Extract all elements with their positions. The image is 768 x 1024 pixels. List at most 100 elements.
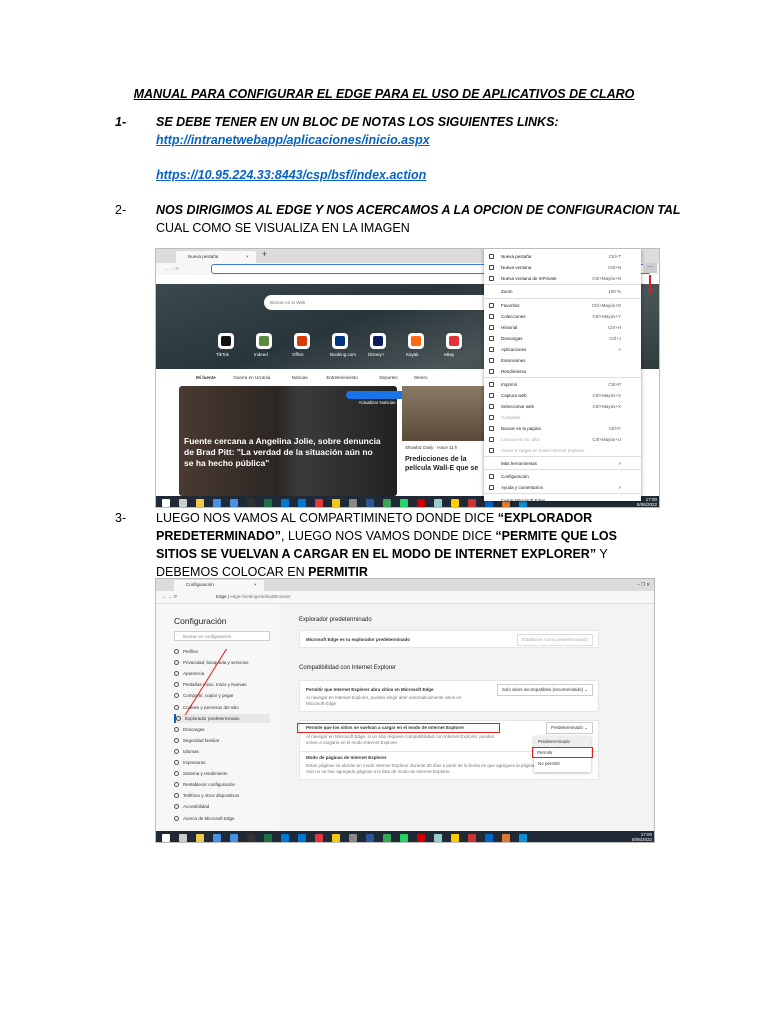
sidebar-item[interactable]: Impresoras: [174, 758, 206, 767]
taskbar-app-icon[interactable]: [196, 834, 204, 842]
menu-item[interactable]: Nueva ventana de InPrivate Ctrl+Mayús+N: [484, 273, 641, 284]
sidebar-item[interactable]: Idiomas: [174, 747, 199, 756]
menu-item[interactable]: Lectura en voz alta Ctrl+Mayús+U: [484, 434, 641, 445]
sidebar-item[interactable]: Teléfono y otros dispositivos: [174, 791, 239, 800]
taskbar-app-icon[interactable]: [451, 499, 459, 507]
taskbar-app-icon[interactable]: [332, 834, 340, 842]
ie-open-select[interactable]: Solo sitios incompatibles (recomendado) …: [496, 684, 593, 696]
feed-tab[interactable]: Entretenimiento: [326, 375, 358, 381]
taskbar-app-icon[interactable]: [315, 834, 323, 842]
menu-item[interactable]: Compartir: [484, 412, 641, 423]
taskbar-app-icon[interactable]: [417, 834, 425, 842]
tab-settings[interactable]: Configuración ×: [174, 580, 264, 591]
menu-item[interactable]: Aplicaciones >: [484, 344, 641, 355]
menu-item[interactable]: Más herramientas >: [484, 458, 641, 469]
feed-tab[interactable]: Noticias: [292, 375, 308, 381]
set-default-button[interactable]: Establecer como predeterminado: [516, 634, 593, 646]
menu-item[interactable]: Configuración: [484, 471, 641, 482]
back-icon[interactable]: ← → ⟳: [164, 266, 179, 272]
web-search-box[interactable]: Buscar en la Web: [264, 295, 494, 310]
more-options-button[interactable]: ···: [643, 263, 657, 273]
quick-link-tile[interactable]: [408, 333, 424, 349]
menu-item[interactable]: Captura web Ctrl+Mayús+S: [484, 390, 641, 401]
menu-item[interactable]: Volver a cargar en modo Internet Explore…: [484, 445, 641, 456]
quick-link-tile[interactable]: [370, 333, 386, 349]
taskbar-app-icon[interactable]: [230, 499, 238, 507]
menu-item[interactable]: Descargas Ctrl+J: [484, 333, 641, 344]
sidebar-item[interactable]: Explorador predeterminado: [174, 713, 270, 723]
taskbar-app-icon[interactable]: [349, 499, 357, 507]
back-icon[interactable]: ← → ⟳: [162, 594, 177, 600]
sidebar-item[interactable]: Cookies y permisos del sitio: [174, 703, 239, 712]
side-news-card[interactable]: Showbiz Daily · Hace 11 h Predicciones d…: [402, 386, 484, 496]
feed-tab[interactable]: Dinero: [414, 375, 427, 381]
menu-item[interactable]: Zoom 100 %: [484, 286, 641, 297]
quick-link-tile[interactable]: [256, 333, 272, 349]
taskbar-app-icon[interactable]: [366, 499, 374, 507]
taskbar-app-icon[interactable]: [332, 499, 340, 507]
menu-item[interactable]: Rendimiento: [484, 366, 641, 377]
ie-reload-select[interactable]: Predeterminado ⌄: [545, 722, 593, 734]
taskbar-app-icon[interactable]: [213, 499, 221, 507]
sidebar-item[interactable]: Compartir, copiar y pegar: [174, 691, 234, 700]
feed-tab[interactable]: Guerra en Ucrania: [233, 375, 270, 381]
taskbar-app-icon[interactable]: [417, 499, 425, 507]
quick-link-tile[interactable]: [294, 333, 310, 349]
taskbar-app-icon[interactable]: [247, 834, 255, 842]
taskbar-app-icon[interactable]: [179, 499, 187, 507]
taskbar-app-icon[interactable]: [349, 834, 357, 842]
taskbar-app-icon[interactable]: [502, 834, 510, 842]
sidebar-item[interactable]: Restablecer configuración: [174, 780, 235, 789]
quick-link-tile[interactable]: [446, 333, 462, 349]
taskbar-app-icon[interactable]: [366, 834, 374, 842]
close-tab-icon[interactable]: ×: [254, 582, 257, 588]
menu-item[interactable]: Imprimir Ctrl+P: [484, 379, 641, 390]
option-no-permitir[interactable]: No permitir: [534, 758, 591, 769]
address-input[interactable]: Edge | edge://settings/defaultBrowser: [216, 594, 291, 600]
menu-item[interactable]: Historial Ctrl+H: [484, 322, 641, 333]
refresh-news-button[interactable]: Actualizar Noticias: [346, 391, 408, 405]
csp-link[interactable]: https://10.95.224.33:8443/csp/bsf/index.…: [156, 166, 426, 184]
menu-item[interactable]: Nueva pestaña Ctrl+T: [484, 251, 641, 262]
taskbar-app-icon[interactable]: [468, 834, 476, 842]
taskbar-app-icon[interactable]: [400, 499, 408, 507]
window-controls[interactable]: – ❐ ✕: [637, 582, 650, 588]
option-predeterminado[interactable]: Predeterminado: [534, 736, 591, 747]
feed-tab[interactable]: Mi fuente: [196, 375, 216, 381]
taskbar-app-icon[interactable]: [434, 834, 442, 842]
sidebar-item[interactable]: Acerca de Microsoft Edge: [174, 814, 235, 823]
sidebar-item[interactable]: Perfiles: [174, 647, 198, 656]
settings-search-input[interactable]: Buscar en configuración: [174, 631, 270, 641]
taskbar-app-icon[interactable]: [451, 834, 459, 842]
taskbar-app-icon[interactable]: [162, 499, 170, 507]
taskbar-app-icon[interactable]: [400, 834, 408, 842]
intranet-link[interactable]: http://intranetwebapp/aplicaciones/inici…: [156, 131, 430, 149]
menu-item[interactable]: Buscar en la página Ctrl+F: [484, 423, 641, 434]
taskbar-app-icon[interactable]: [485, 834, 493, 842]
quick-link-tile[interactable]: [218, 333, 234, 349]
taskbar-app-icon[interactable]: [468, 499, 476, 507]
sidebar-item[interactable]: Pestañas Inicio, Inicio y Nuevas: [174, 680, 247, 689]
menu-item[interactable]: Seleccionar web Ctrl+Mayús+X: [484, 401, 641, 412]
menu-item[interactable]: Ayuda y comentarios >: [484, 482, 641, 493]
menu-item[interactable]: Nueva ventana Ctrl+N: [484, 262, 641, 273]
menu-item[interactable]: Cerrar Microsoft Edge: [484, 495, 641, 506]
taskbar-app-icon[interactable]: [213, 834, 221, 842]
tab-new[interactable]: Nueva pestaña ×: [176, 251, 256, 263]
sidebar-item[interactable]: Apariencia: [174, 669, 204, 678]
taskbar-app-icon[interactable]: [247, 499, 255, 507]
taskbar-app-icon[interactable]: [434, 499, 442, 507]
taskbar-app-icon[interactable]: [519, 834, 527, 842]
option-permitir[interactable]: Permitir: [532, 747, 593, 758]
taskbar-app-icon[interactable]: [179, 834, 187, 842]
taskbar-app-icon[interactable]: [281, 834, 289, 842]
sidebar-item[interactable]: Accesibilidad: [174, 802, 209, 811]
feed-tab[interactable]: Deportes: [379, 375, 397, 381]
taskbar-app-icon[interactable]: [298, 499, 306, 507]
taskbar-app-icon[interactable]: [315, 499, 323, 507]
taskbar-app-icon[interactable]: [281, 499, 289, 507]
close-tab-icon[interactable]: ×: [246, 254, 249, 260]
taskbar-app-icon[interactable]: [383, 499, 391, 507]
taskbar-app-icon[interactable]: [298, 834, 306, 842]
menu-item[interactable]: Colecciones Ctrl+Mayús+Y: [484, 311, 641, 322]
